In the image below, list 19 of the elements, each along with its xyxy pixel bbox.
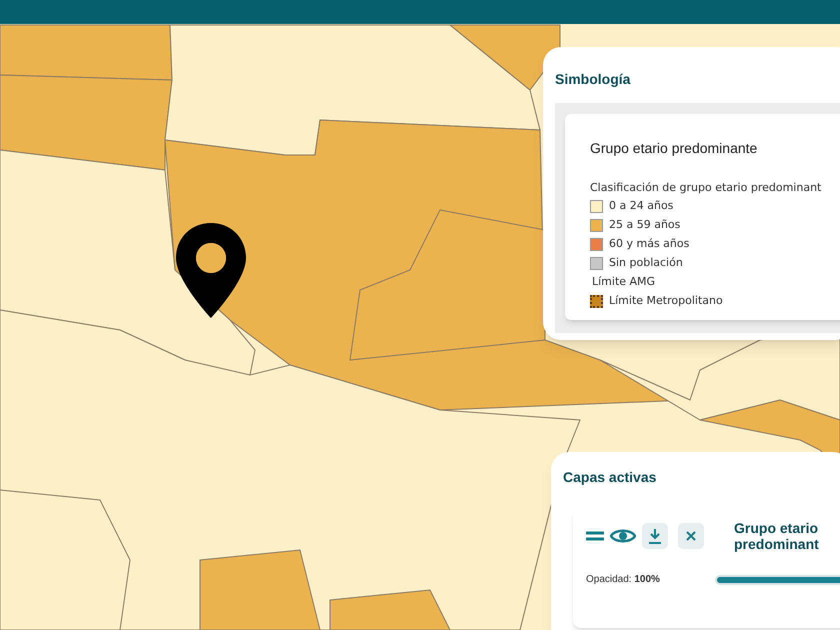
download-icon	[648, 528, 662, 544]
opacity-label: Opacidad: 100%	[586, 573, 660, 587]
legend-label: 60 y más años	[609, 236, 690, 252]
drag-handle-icon[interactable]	[586, 530, 604, 542]
panel-title: Capas activas	[563, 468, 658, 487]
map-pin-icon	[176, 223, 246, 318]
download-button[interactable]	[642, 523, 668, 549]
legend-subtitle: Clasificación de grupo etario predominant	[590, 180, 822, 196]
legend-label: Límite AMG	[592, 274, 656, 290]
legend-label: Límite Metropolitano	[609, 292, 723, 309]
eye-icon	[610, 527, 636, 545]
remove-button[interactable]	[678, 523, 704, 549]
layer-title: Grupo etario predominante	[590, 139, 758, 158]
panel-title: Simbología	[555, 70, 632, 89]
legend-label: 25 a 59 años	[609, 216, 680, 233]
legend-label: 0 a 24 años	[609, 198, 674, 214]
close-icon	[686, 531, 696, 541]
legend-label: Sin población	[609, 254, 683, 271]
layer-name: Grupo etario predominant	[734, 520, 820, 552]
